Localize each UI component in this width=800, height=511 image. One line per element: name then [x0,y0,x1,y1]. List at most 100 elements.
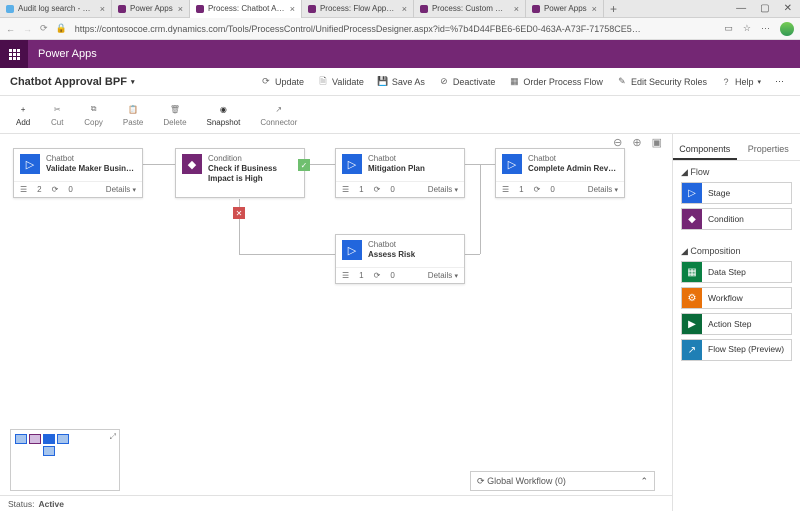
avatar[interactable] [780,22,794,36]
connector [465,254,480,255]
tab-properties[interactable]: Properties [737,140,800,160]
component-workflow[interactable]: ⚙Workflow [681,287,792,309]
component-condition[interactable]: ◆Condition [681,208,792,230]
condition-icon: ◆ [682,209,702,229]
action-step-icon: ▶ [682,314,702,334]
lock-icon: 🔒 [56,23,67,34]
condition-true-icon: ✓ [298,159,310,171]
component-data-step[interactable]: ▦Data Step [681,261,792,283]
refresh-icon[interactable]: ⟳ [40,23,48,34]
chevron-up-icon[interactable]: ⌃ [640,476,648,487]
order-process-flow-button[interactable]: ▦Order Process Flow [503,74,609,90]
close-icon[interactable]: × [592,4,597,14]
steps-icon: ☰ [20,185,27,194]
stage-node-assess[interactable]: ▷ ChatbotAssess Risk ☰1⟳0Details ▾ [335,234,465,284]
stage-icon: ▷ [682,183,702,203]
forward-icon[interactable]: → [23,24,32,34]
maximize-icon[interactable]: ▢ [760,3,769,14]
stage-node-mitigation[interactable]: ▷ ChatbotMitigation Plan ☰1⟳0Details ▾ [335,148,465,198]
edit-security-roles-button[interactable]: ✎Edit Security Roles [611,74,713,90]
steps-icon: ☰ [342,271,349,280]
app-title: Power Apps [28,48,97,60]
section-flow: ◢ Flow [681,167,792,178]
process-title[interactable]: Chatbot Approval BPF▾ [10,76,134,88]
stage-icon: ▷ [342,154,362,174]
condition-icon: ◆ [182,154,202,174]
address-bar: ← → ⟳ 🔒 https://contosocoe.crm.dynamics.… [0,18,800,40]
help-button[interactable]: ?Help▾ [715,74,767,90]
canvas[interactable]: ⊖ ⊕ ▣ ▷ ChatbotValidate Maker Business R… [0,134,672,511]
waffle-button[interactable] [0,40,28,68]
add-tool[interactable]: +Add [8,100,38,129]
status-bar: Status:Active [0,495,672,511]
stage-icon: ▷ [342,240,362,260]
triggers-icon: ⟳ [374,185,381,194]
tab-0[interactable]: Audit log search - Security× [0,0,112,18]
stage-icon: ▷ [20,154,40,174]
side-panel: Components Properties ◢ Flow ▷Stage ◆Con… [672,134,800,511]
toolbar: +Add ✂Cut ⧉Copy 📋Paste 🗑Delete ◉Snapshot… [0,96,800,134]
details-toggle[interactable]: Details ▾ [428,185,458,194]
connector-tool[interactable]: ↗Connector [252,100,305,129]
save-as-button[interactable]: 💾Save As [372,74,431,90]
stage-icon: ▷ [502,154,522,174]
minimize-icon[interactable]: — [736,3,746,14]
tab-1[interactable]: Power Apps× [112,0,190,18]
component-stage[interactable]: ▷Stage [681,182,792,204]
close-icon[interactable]: × [514,4,519,14]
minimap[interactable]: ⤢ [10,429,120,491]
close-icon[interactable]: × [402,4,407,14]
copy-tool[interactable]: ⧉Copy [76,100,111,129]
close-icon[interactable]: × [100,4,105,14]
global-workflow-bar[interactable]: ⟳ Global Workflow (0) ⌃ [470,471,655,491]
component-flow-step[interactable]: ↗Flow Step (Preview) [681,339,792,361]
app-header: Power Apps [0,40,800,68]
fit-screen-icon[interactable]: ▣ [652,136,662,149]
steps-icon: ☰ [502,185,509,194]
main: ⊖ ⊕ ▣ ▷ ChatbotValidate Maker Business R… [0,134,800,511]
stage-node-review[interactable]: ▷ ChatbotComplete Admin Review ☰1⟳0Detai… [495,148,625,198]
component-action-step[interactable]: ▶Action Step [681,313,792,335]
reader-icon[interactable]: ▭ [724,23,733,34]
condition-node[interactable]: ◆ ConditionCheck if Business Impact is H… [175,148,305,198]
details-toggle[interactable]: Details ▾ [428,271,458,280]
update-button[interactable]: ⟳Update [255,74,310,90]
more-button[interactable]: ⋯ [769,73,790,90]
triggers-icon: ⟳ [534,185,541,194]
data-step-icon: ▦ [682,262,702,282]
validate-button[interactable]: 🗎Validate [312,74,370,90]
workflow-icon: ⟳ [477,476,485,487]
command-bar: Chatbot Approval BPF▾ ⟳Update 🗎Validate … [0,68,800,96]
cut-tool[interactable]: ✂Cut [42,100,72,129]
condition-false-icon: ✕ [233,207,245,219]
favorite-icon[interactable]: ☆ [743,23,751,34]
expand-icon[interactable]: ⤢ [110,432,116,442]
flow-step-icon: ↗ [682,340,702,360]
browser-tabs: Audit log search - Security× Power Apps×… [0,0,800,18]
snapshot-tool[interactable]: ◉Snapshot [199,100,249,129]
new-tab-button[interactable]: + [604,2,623,16]
delete-tool[interactable]: 🗑Delete [155,100,194,129]
connector [239,254,335,255]
close-icon[interactable]: × [178,4,183,14]
close-icon[interactable]: × [290,4,295,14]
details-toggle[interactable]: Details ▾ [106,185,136,194]
paste-tool[interactable]: 📋Paste [115,100,151,129]
details-toggle[interactable]: Details ▾ [588,185,618,194]
tab-5[interactable]: Power Apps× [526,0,604,18]
triggers-icon: ⟳ [52,185,59,194]
triggers-icon: ⟳ [374,271,381,280]
close-window-icon[interactable]: ✕ [784,3,792,14]
deactivate-button[interactable]: ⊘Deactivate [433,74,502,90]
tab-2[interactable]: Process: Chatbot Approval× [190,0,302,18]
back-icon[interactable]: ← [6,24,15,34]
zoom-in-icon[interactable]: ⊕ [632,136,641,149]
connector [480,164,481,254]
menu-icon[interactable]: ⋯ [761,23,770,34]
tab-components[interactable]: Components [673,140,737,160]
steps-icon: ☰ [342,185,349,194]
stage-node-validate[interactable]: ▷ ChatbotValidate Maker Business Require… [13,148,143,198]
tab-3[interactable]: Process: Flow Approval BPF× [302,0,414,18]
tab-4[interactable]: Process: Custom Connector× [414,0,526,18]
url-field[interactable]: https://contosocoe.crm.dynamics.com/Tool… [75,24,717,34]
